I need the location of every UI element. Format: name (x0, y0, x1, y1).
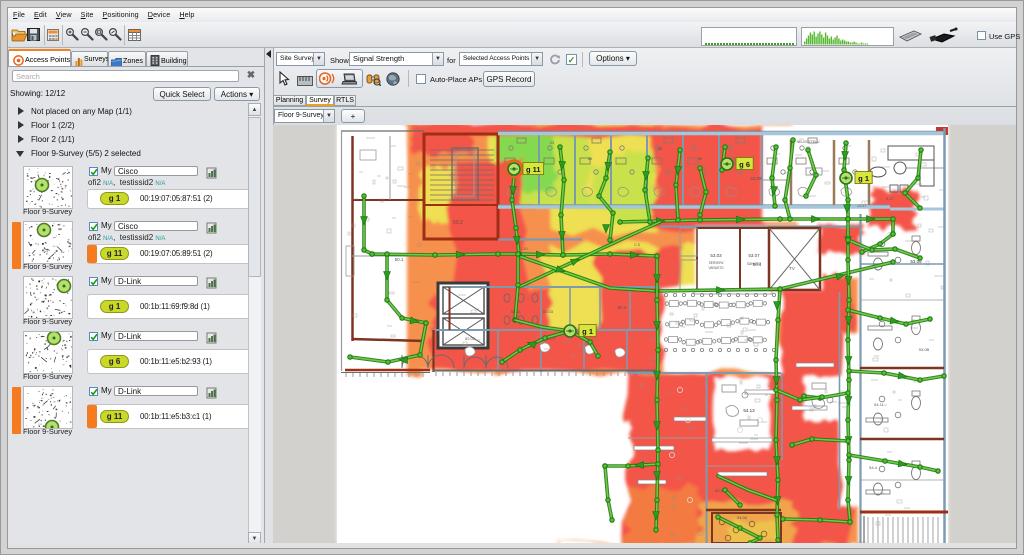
svg-text:C.5: C.5 (634, 243, 640, 247)
svg-text:53.03: 53.03 (710, 253, 722, 258)
svg-text:50.2: 50.2 (453, 220, 463, 226)
svg-text:50.4: 50.4 (618, 305, 627, 310)
svg-text:54.11: 54.11 (874, 402, 884, 407)
svg-text:50.1: 50.1 (395, 257, 404, 262)
svg-text:53.09: 53.09 (750, 176, 762, 181)
svg-text:23: 23 (550, 141, 554, 145)
svg-text:54.13: 54.13 (743, 408, 755, 413)
svg-text:VARASTO: VARASTO (709, 266, 724, 270)
svg-text:53.07: 53.07 (748, 253, 760, 258)
svg-text:g 11: g 11 (526, 165, 541, 174)
svg-text:53.0B: 53.0B (919, 347, 930, 352)
svg-text:85: 85 (588, 157, 592, 161)
svg-text:NEUVOTTELU: NEUVOTTELU (797, 140, 820, 144)
svg-text:54.06: 54.06 (737, 515, 748, 520)
svg-text:g 1: g 1 (858, 174, 869, 183)
svg-text:22.17: 22.17 (858, 204, 867, 208)
svg-text:g 1: g 1 (582, 327, 593, 336)
svg-text:52.02: 52.02 (465, 336, 476, 341)
svg-text:1.10: 1.10 (521, 247, 528, 251)
svg-text:SERVERI/: SERVERI/ (709, 261, 724, 265)
svg-text:TV: TV (789, 266, 795, 271)
svg-text:SÄHKÖIS: SÄHKÖIS (747, 262, 761, 266)
svg-text:52.03: 52.03 (543, 309, 554, 314)
svg-text:g 6: g 6 (739, 160, 750, 169)
svg-text:2.17: 2.17 (886, 196, 895, 201)
svg-text:54.4: 54.4 (869, 465, 878, 470)
svg-text:83: 83 (658, 147, 662, 151)
svg-text:89: 89 (698, 157, 702, 161)
